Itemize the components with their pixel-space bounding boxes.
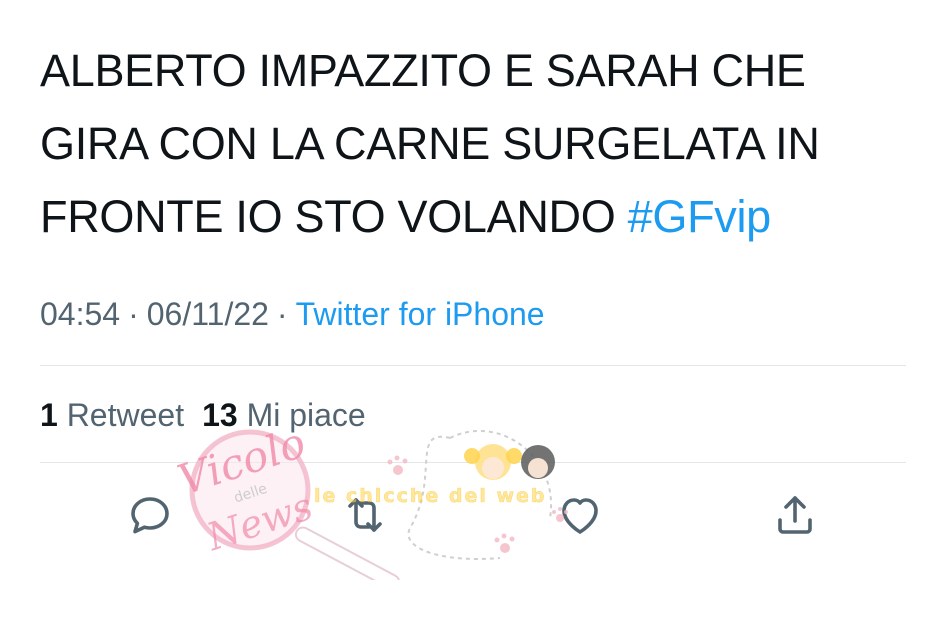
tweet-text: ALBERTO IMPAZZITO E SARAH CHE GIRA CON L… xyxy=(40,34,920,253)
tweet-text-line-content: FRONTE IO STO VOLANDO xyxy=(40,191,616,242)
tweet-meta: 04:54 · 06/11/22 · Twitter for iPhone xyxy=(40,292,545,336)
retweets-label: Retweet xyxy=(66,397,185,433)
like-button[interactable] xyxy=(550,485,610,545)
tweet-source-link[interactable]: Twitter for iPhone xyxy=(296,296,545,332)
likes-count: 13 xyxy=(202,397,238,433)
share-icon xyxy=(778,496,812,534)
tweet-text-line: FRONTE IO STO VOLANDO #GFvip xyxy=(40,180,920,253)
tweet-text-line: GIRA CON LA CARNE SURGELATA IN xyxy=(40,118,820,169)
tweet-text-line: ALBERTO IMPAZZITO E SARAH CHE xyxy=(40,45,806,96)
like-icon xyxy=(562,498,598,534)
hashtag-link[interactable]: #GFvip xyxy=(628,191,772,242)
tweet-actions-bar xyxy=(0,485,946,555)
retweet-icon xyxy=(348,498,382,532)
share-button[interactable] xyxy=(765,485,825,545)
tweet-date[interactable]: 06/11/22 xyxy=(147,296,269,332)
retweets-stat[interactable]: 1 Retweet xyxy=(40,397,184,433)
engagement-stats: 1 Retweet 13 Mi piace xyxy=(40,393,384,437)
retweet-button[interactable] xyxy=(335,485,395,545)
divider xyxy=(40,462,906,463)
reply-button[interactable] xyxy=(120,485,180,545)
retweets-count: 1 xyxy=(40,397,58,433)
likes-stat[interactable]: 13 Mi piace xyxy=(202,397,366,433)
divider xyxy=(40,365,906,366)
reply-icon xyxy=(131,497,169,534)
meta-separator: · xyxy=(276,296,288,332)
meta-separator: · xyxy=(128,296,139,332)
tweet-time[interactable]: 04:54 xyxy=(40,296,120,332)
likes-label: Mi piace xyxy=(246,397,366,433)
